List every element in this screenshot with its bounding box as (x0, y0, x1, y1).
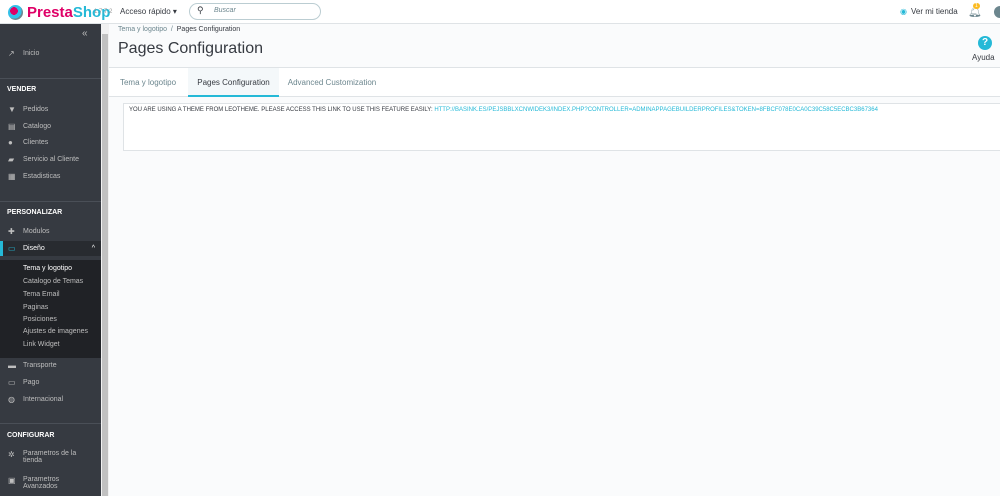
search-placeholder: Buscar (214, 7, 236, 14)
gear-icon: ✲ (8, 450, 15, 459)
view-store-label: Ver mi tienda (910, 7, 958, 16)
puzzle-icon: ✚ (8, 227, 15, 236)
label: Clientes (23, 139, 49, 146)
page-title: Pages Configuration (118, 40, 263, 57)
label: Pedidos (23, 106, 49, 113)
sidebar-item-diseno[interactable]: ▭ Diseño ^ (0, 241, 101, 256)
eye-icon: ◉ (900, 7, 907, 16)
sidebar: « ↗ Inicio VENDER ▼ Pedidos ▤ Catalogo ● Cli… (0, 24, 101, 496)
sidebar-scrollbar[interactable] (101, 24, 109, 496)
globe-icon: ◍ (8, 395, 15, 404)
divider (0, 423, 101, 424)
trend-icon: ↗ (8, 49, 15, 58)
sidebar-item-transporte[interactable]: ▬ Transporte (0, 358, 101, 373)
breadcrumb: Tema y logotipo / Pages Configuration (118, 26, 241, 33)
basket-icon: ▼ (8, 105, 16, 114)
scrollbar-thumb[interactable] (102, 34, 108, 496)
label: Catalogo (23, 123, 52, 130)
settings-icon: ▣ (8, 476, 16, 485)
sidebar-item-modulos[interactable]: ✚ Modulos (0, 224, 101, 239)
notice-text: YOU ARE USING A THEME FROM LEOTHEME. PLE… (129, 107, 433, 113)
label: Parametros Avanzados (23, 476, 60, 490)
card-icon: ▭ (8, 378, 16, 387)
tab-advanced-customization[interactable]: Advanced Customization (279, 68, 385, 97)
label: Estadisticas (23, 173, 61, 180)
help-label[interactable]: Ayuda (972, 53, 995, 62)
label: Parametros de la tienda (23, 450, 77, 464)
submenu-item[interactable]: Paginas (23, 304, 48, 311)
logo-icon (8, 5, 23, 20)
desktop-icon: ▭ (8, 244, 16, 253)
search-icon: ⚲ (197, 5, 204, 15)
section-configurar: CONFIGURAR (7, 432, 55, 439)
help-icon[interactable]: ? (978, 36, 992, 50)
view-store-link[interactable]: ◉ Ver mi tienda (900, 7, 958, 16)
avatar[interactable] (994, 6, 1000, 18)
sidebar-item-servicio[interactable]: ▰ Servicio al Cliente (0, 152, 101, 167)
label: Modulos (23, 228, 50, 235)
search-input[interactable]: ⚲ Buscar (189, 3, 321, 20)
chat-icon: ▰ (8, 155, 15, 164)
label: Inicio (23, 50, 40, 57)
sidebar-item-catalogo[interactable]: ▤ Catalogo (0, 119, 101, 134)
sidebar-item-estadisticas[interactable]: ▦ Estadisticas (0, 169, 101, 184)
tab-tema-logotipo[interactable]: Tema y logotipo (109, 68, 187, 97)
notice-link[interactable]: HTTP://BASINK.ES/PEJSBBLXCNWIDEK3/INDEX.… (434, 107, 878, 113)
brand-a: Presta (27, 4, 73, 21)
quick-access-dropdown[interactable]: Acceso rápido ▾ (120, 7, 177, 16)
divider (0, 78, 101, 79)
section-vender: VENDER (7, 86, 37, 93)
submenu-item[interactable]: Link Widget (23, 341, 60, 348)
chevron-up-icon: ^ (91, 245, 95, 252)
notice-panel: YOU ARE USING A THEME FROM LEOTHEME. PLE… (123, 103, 1000, 151)
label: Internacional (23, 396, 64, 403)
divider (0, 201, 101, 202)
truck-icon: ▬ (8, 361, 16, 370)
sidebar-item-inicio[interactable]: ↗ Inicio (0, 46, 101, 61)
breadcrumb-current: Pages Configuration (176, 26, 241, 33)
sidebar-item-pago[interactable]: ▭ Pago (0, 375, 101, 390)
sidebar-item-pedidos[interactable]: ▼ Pedidos (0, 102, 101, 117)
tabs: Tema y logotipo Pages Configuration Adva… (109, 67, 1000, 97)
collapse-icon[interactable]: « (82, 28, 88, 39)
sidebar-item-parametros-avanzados[interactable]: ▣ Parametros Avanzados (0, 476, 101, 496)
label: Diseño (23, 245, 45, 252)
diseno-submenu: Tema y logotipo Catalogo de Temas Tema E… (0, 260, 101, 358)
label: Transporte (23, 362, 57, 369)
user-icon: ● (8, 138, 13, 147)
sidebar-item-clientes[interactable]: ● Clientes (0, 135, 101, 150)
chart-icon: ▦ (8, 172, 16, 181)
sidebar-item-parametros-tienda[interactable]: ✲ Parametros de la tienda (0, 450, 101, 470)
breadcrumb-parent[interactable]: Tema y logotipo (118, 26, 167, 33)
submenu-item[interactable]: Ajustes de imagenes (23, 328, 88, 335)
top-bar: PrestaShop 1.7.7.2 Acceso rápido ▾ ⚲ Busc… (0, 0, 1000, 24)
notification-badge: 1 (973, 3, 980, 9)
version: 1.7.7.2 (94, 9, 113, 15)
label: Servicio al Cliente (23, 156, 80, 163)
submenu-item[interactable]: Tema y logotipo (23, 265, 72, 272)
section-personalizar: PERSONALIZAR (7, 209, 63, 216)
tab-pages-configuration[interactable]: Pages Configuration (188, 68, 279, 97)
submenu-item[interactable]: Catalogo de Temas (23, 278, 83, 285)
submenu-item[interactable]: Tema Email (23, 291, 60, 298)
label: Pago (23, 379, 40, 386)
sidebar-item-internacional[interactable]: ◍ Internacional (0, 392, 101, 407)
store-icon: ▤ (8, 122, 16, 131)
submenu-item[interactable]: Posiciones (23, 316, 57, 323)
